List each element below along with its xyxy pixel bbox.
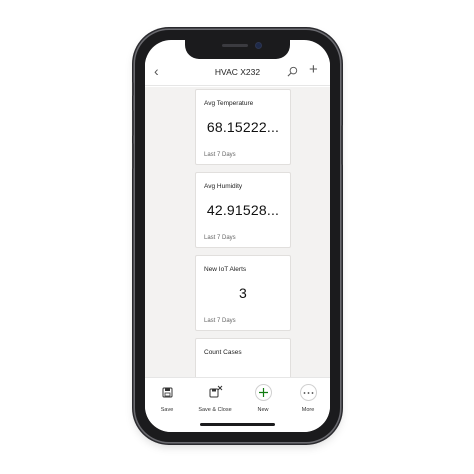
card-title: Avg Humidity bbox=[204, 183, 243, 190]
phone-frame: ‹ HVAC X232 + Avg Temperature 68.15222..… bbox=[132, 30, 343, 442]
volume-up-button bbox=[132, 110, 134, 136]
save-icon bbox=[162, 387, 172, 398]
card-value: 68.15222... bbox=[206, 119, 280, 135]
save-close-icon bbox=[209, 385, 222, 398]
new-button[interactable]: New bbox=[243, 384, 283, 413]
card-period: Last 7 Days bbox=[204, 318, 236, 324]
plus-circle-icon bbox=[254, 384, 272, 401]
app-header: ‹ HVAC X232 + bbox=[145, 58, 330, 86]
card-count-cases[interactable]: Count Cases bbox=[195, 338, 291, 377]
speaker bbox=[222, 44, 248, 47]
power-button bbox=[341, 125, 343, 165]
more-label: More bbox=[301, 407, 315, 413]
dashboard-content: Avg Temperature 68.15222... Last 7 Days … bbox=[145, 87, 330, 377]
home-indicator bbox=[200, 423, 275, 426]
card-title: Avg Temperature bbox=[204, 100, 254, 107]
search-icon[interactable] bbox=[287, 66, 298, 77]
card-period: Last 7 Days bbox=[204, 152, 236, 158]
save-label: Save bbox=[160, 407, 174, 413]
save-button[interactable]: Save bbox=[147, 384, 187, 413]
card-avg-humidity[interactable]: Avg Humidity 42.91528... Last 7 Days bbox=[195, 172, 291, 248]
card-period: Last 7 Days bbox=[204, 235, 236, 241]
card-value: 3 bbox=[239, 285, 247, 301]
save-close-label: Save & Close bbox=[198, 407, 232, 413]
card-value: 42.91528... bbox=[206, 202, 280, 218]
mute-switch bbox=[132, 82, 134, 96]
page-title: HVAC X232 bbox=[214, 67, 261, 77]
card-avg-temperature[interactable]: Avg Temperature 68.15222... Last 7 Days bbox=[195, 89, 291, 165]
volume-down-button bbox=[132, 143, 134, 169]
more-icon bbox=[299, 384, 317, 401]
front-camera bbox=[255, 42, 262, 49]
phone-screen: ‹ HVAC X232 + Avg Temperature 68.15222..… bbox=[145, 40, 330, 432]
more-button[interactable]: More bbox=[288, 384, 328, 413]
new-label: New bbox=[257, 407, 269, 413]
card-title: New IoT Alerts bbox=[204, 266, 247, 273]
save-close-button[interactable]: Save & Close bbox=[195, 384, 235, 413]
card-new-iot-alerts[interactable]: New IoT Alerts 3 Last 7 Days bbox=[195, 255, 291, 331]
notch bbox=[185, 40, 290, 59]
card-title: Count Cases bbox=[204, 349, 242, 356]
plus-icon[interactable]: + bbox=[309, 61, 318, 79]
